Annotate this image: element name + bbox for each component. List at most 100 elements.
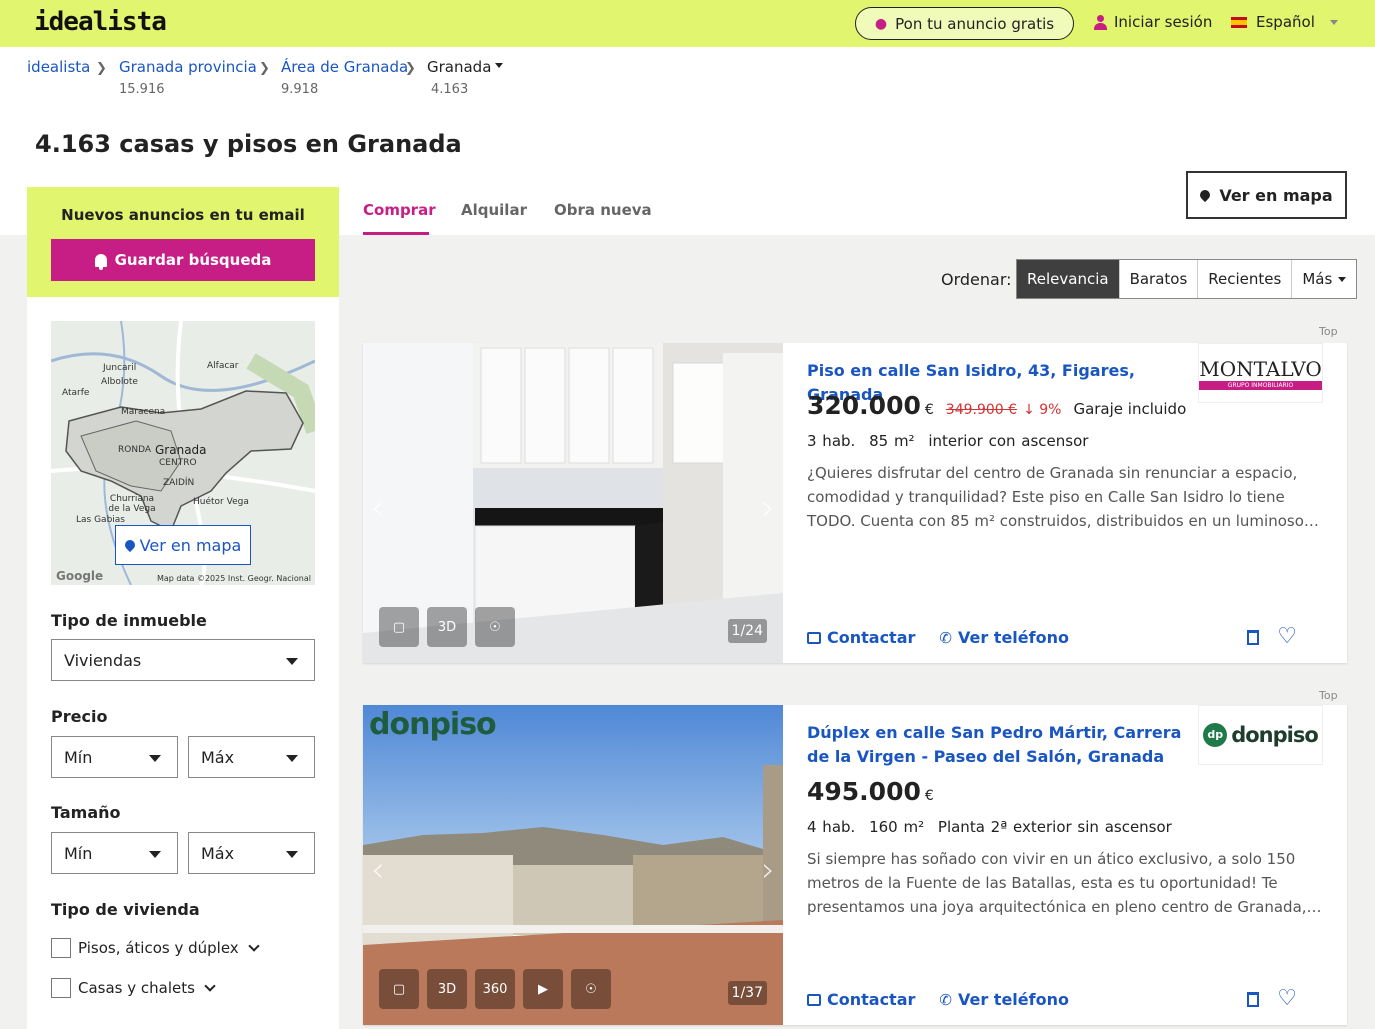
chevron-down-icon[interactable] bbox=[204, 979, 216, 992]
floorplan-icon[interactable]: ▢ bbox=[379, 969, 419, 1009]
prev-photo-arrow[interactable]: ‹ bbox=[371, 850, 385, 890]
price-row: 320.000 € 349.900 € ↓ 9% Garaje incluido bbox=[807, 391, 1186, 420]
360-icon[interactable]: 360 bbox=[475, 969, 515, 1009]
chevron-down-icon[interactable] bbox=[248, 939, 260, 952]
location-icon[interactable]: ☉ bbox=[571, 969, 611, 1009]
photo-watermark: donpiso bbox=[369, 707, 497, 742]
map-label: Alfacar bbox=[207, 361, 239, 371]
mini-map[interactable]: Juncaril Albolote Alfacar Atarfe Maracen… bbox=[51, 321, 315, 585]
floorplan-icon[interactable]: ▢ bbox=[379, 607, 419, 647]
tab-comprar[interactable]: Comprar bbox=[363, 201, 436, 219]
detail-rooms: 4 hab. bbox=[807, 818, 856, 836]
detail-floor: interior con ascensor bbox=[928, 432, 1089, 450]
listing-title[interactable]: Dúplex en calle San Pedro Mártir, Carrer… bbox=[807, 721, 1187, 769]
next-photo-arrow[interactable]: › bbox=[761, 850, 775, 890]
discard-icon[interactable] bbox=[1247, 630, 1259, 645]
housing-type-label: Tipo de vivienda bbox=[51, 900, 200, 919]
agency-name: donpiso bbox=[1231, 723, 1319, 747]
chat-icon bbox=[807, 631, 821, 644]
phone-button[interactable]: ✆ Ver teléfono bbox=[939, 990, 1069, 1009]
breadcrumb-link[interactable]: Área de Granada bbox=[281, 58, 408, 76]
idealista-logo[interactable]: idealista bbox=[34, 7, 167, 37]
favorite-heart-icon[interactable]: ♡ bbox=[1277, 986, 1297, 1011]
tab-obra-nueva[interactable]: Obra nueva bbox=[554, 201, 652, 219]
google-logo: Google bbox=[56, 569, 104, 583]
breadcrumb-link[interactable]: idealista bbox=[27, 58, 90, 76]
size-min-select[interactable]: Mín bbox=[51, 832, 178, 874]
sort-relevancia[interactable]: Relevancia bbox=[1017, 260, 1119, 298]
breadcrumb-item-granada-provincia[interactable]: Granada provincia 15.916 bbox=[119, 58, 257, 97]
active-tab-indicator bbox=[363, 232, 429, 235]
price-max-select[interactable]: Máx bbox=[188, 736, 315, 778]
sort-baratos[interactable]: Baratos bbox=[1118, 260, 1198, 298]
contact-button[interactable]: Contactar bbox=[807, 628, 915, 647]
phone-icon: ✆ bbox=[939, 628, 952, 647]
housing-option-pisos[interactable]: Pisos, áticos y dúplex bbox=[51, 938, 260, 958]
contact-button[interactable]: Contactar bbox=[807, 990, 915, 1009]
tab-alquilar[interactable]: Alquilar bbox=[461, 201, 527, 219]
listing-actions: Contactar ✆ Ver teléfono bbox=[807, 628, 1069, 647]
video-icon[interactable]: ▶ bbox=[523, 969, 563, 1009]
breadcrumb-item-granada[interactable]: Granada 4.163 bbox=[427, 58, 503, 97]
checkbox[interactable] bbox=[51, 938, 71, 958]
contact-label: Contactar bbox=[827, 628, 916, 647]
save-search-button[interactable]: Guardar búsqueda bbox=[51, 239, 315, 281]
3d-icon[interactable]: 3D bbox=[427, 607, 467, 647]
property-type-select[interactable]: Viviendas bbox=[51, 639, 315, 681]
map-label: Albolote bbox=[101, 377, 138, 387]
breadcrumb-current[interactable]: Granada bbox=[427, 58, 503, 76]
price-min-select[interactable]: Mín bbox=[51, 736, 178, 778]
detail-size: 160 m² bbox=[869, 818, 925, 836]
chevron-right-icon: ❯ bbox=[96, 61, 107, 76]
phone-button[interactable]: ✆ Ver teléfono bbox=[939, 628, 1069, 647]
caret-down-icon bbox=[286, 755, 298, 762]
agency-logo[interactable]: dp donpiso bbox=[1198, 705, 1323, 765]
breadcrumb-item-idealista[interactable]: idealista bbox=[27, 58, 90, 76]
listing-photo[interactable]: ‹ › ▢ 3D ☉ 1/24 bbox=[363, 343, 783, 663]
view-map-button[interactable]: Ver en mapa bbox=[1186, 171, 1347, 219]
favorite-heart-icon[interactable]: ♡ bbox=[1277, 624, 1297, 649]
location-icon[interactable]: ☉ bbox=[475, 607, 515, 647]
3d-icon[interactable]: 3D bbox=[427, 969, 467, 1009]
map-label: Juncaril bbox=[103, 363, 137, 373]
agency-logo[interactable]: MONTALVO GRUPO INMOBILIARIO bbox=[1198, 343, 1323, 403]
agency-badge: dp bbox=[1203, 723, 1228, 747]
login-label: Iniciar sesión bbox=[1114, 13, 1213, 31]
map-label: Granada bbox=[155, 443, 207, 457]
price-max-value: Máx bbox=[201, 747, 235, 767]
listing-description[interactable]: Si siempre has soñado con vivir en un át… bbox=[807, 847, 1322, 919]
listing-info: Piso en calle San Isidro, 43, Figares, G… bbox=[807, 343, 1327, 663]
breadcrumb-link[interactable]: Granada provincia bbox=[119, 58, 257, 76]
mini-map-button-label: Ver en mapa bbox=[139, 535, 242, 555]
login-link[interactable]: Iniciar sesión bbox=[1094, 13, 1212, 31]
price-row: 495.000 € bbox=[807, 777, 934, 806]
breadcrumb-item-area-granada[interactable]: Área de Granada 9.918 bbox=[281, 58, 408, 97]
language-label: Español bbox=[1256, 13, 1315, 31]
housing-option-casas[interactable]: Casas y chalets bbox=[51, 978, 216, 998]
spain-flag-icon bbox=[1231, 16, 1247, 28]
listing-description[interactable]: ¿Quieres disfrutar del centro de Granada… bbox=[807, 461, 1322, 533]
save-search-label: Guardar búsqueda bbox=[114, 251, 272, 269]
detail-size: 85 m² bbox=[869, 432, 915, 450]
top-badge: Top bbox=[1319, 325, 1338, 338]
post-ad-button[interactable]: ● Pon tu anuncio gratis bbox=[855, 7, 1074, 40]
size-max-select[interactable]: Máx bbox=[188, 832, 315, 874]
detail-rooms: 3 hab. bbox=[807, 432, 856, 450]
language-selector[interactable]: Español bbox=[1231, 13, 1338, 31]
price-drop: ↓ 9% bbox=[1023, 402, 1062, 418]
bell-icon bbox=[94, 253, 107, 270]
sort-recientes[interactable]: Recientes bbox=[1197, 260, 1291, 298]
email-alert-box: Nuevos anuncios en tu email Guardar búsq… bbox=[27, 187, 339, 297]
checkbox[interactable] bbox=[51, 978, 71, 998]
discard-icon[interactable] bbox=[1247, 992, 1259, 1007]
mini-map-button[interactable]: Ver en mapa bbox=[115, 525, 251, 565]
phone-label: Ver teléfono bbox=[957, 990, 1069, 1009]
page-title: 4.163 casas y pisos en Granada bbox=[35, 130, 462, 158]
listing-photo[interactable]: donpiso ‹ › ▢ 3D 360 ▶ ☉ 1/37 bbox=[363, 705, 783, 1025]
chevron-down-icon bbox=[1329, 19, 1338, 25]
prev-photo-arrow[interactable]: ‹ bbox=[371, 488, 385, 528]
next-photo-arrow[interactable]: › bbox=[761, 488, 775, 528]
size-label: Tamaño bbox=[51, 803, 121, 822]
sort-mas[interactable]: Más bbox=[1291, 260, 1356, 298]
map-pin-icon bbox=[1198, 187, 1213, 203]
